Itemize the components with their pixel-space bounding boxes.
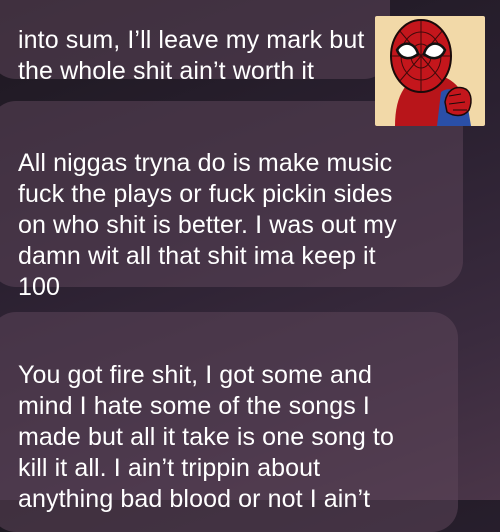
message-text-3: You got fire shit, I got some and mind I… — [18, 361, 394, 513]
message-text-2: All niggas tryna do is make music fuck t… — [18, 149, 397, 301]
message-bubble-1[interactable]: into sum, I’ll leave my mark but the who… — [0, 0, 390, 85]
message-text-1: into sum, I’ll leave my mark but the who… — [18, 26, 365, 85]
spiderman-avatar-icon — [375, 16, 485, 126]
message-bubble-3[interactable]: You got fire shit, I got some and mind I… — [0, 312, 458, 532]
contact-avatar[interactable] — [375, 16, 485, 126]
message-bubble-2[interactable]: All niggas tryna do is make music fuck t… — [0, 101, 463, 301]
